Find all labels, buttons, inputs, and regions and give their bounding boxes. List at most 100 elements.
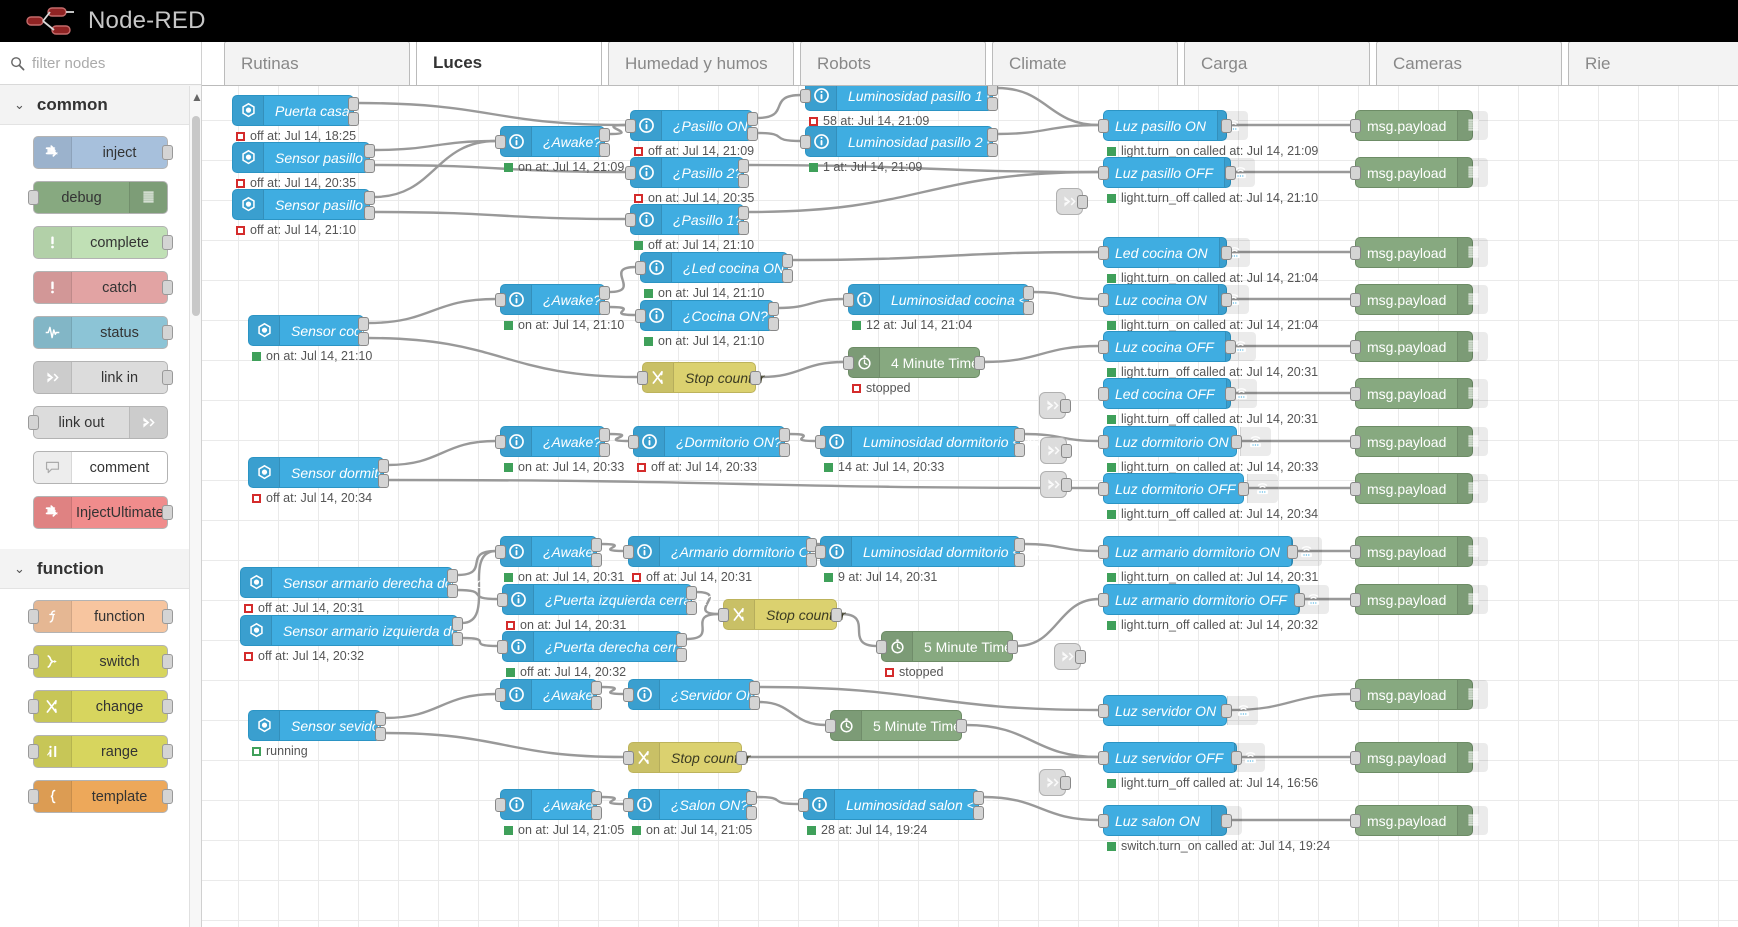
output-port[interactable]	[162, 370, 173, 385]
palette-node-range[interactable]: range	[28, 735, 173, 768]
input-port[interactable]	[497, 640, 508, 654]
output-port[interactable]	[779, 428, 790, 442]
input-port[interactable]	[1350, 545, 1361, 559]
flow-node[interactable]: 4 Minute Timer	[843, 347, 985, 378]
palette-node-change[interactable]: change	[28, 690, 173, 723]
flow-node[interactable]: Luz armario dormitorio ON	[1098, 536, 1322, 567]
output-port[interactable]	[676, 648, 687, 662]
output-port[interactable]	[348, 97, 359, 111]
output-port[interactable]	[1061, 444, 1072, 458]
tab-luces[interactable]: Luces	[416, 42, 602, 85]
flow-node[interactable]: Led cocina OFF	[1098, 378, 1257, 409]
output-port[interactable]	[591, 553, 602, 567]
output-port[interactable]	[738, 221, 749, 235]
tab-robots[interactable]: Robots	[800, 42, 986, 85]
input-port[interactable]	[843, 356, 854, 370]
output-port[interactable]	[162, 609, 173, 624]
output-port[interactable]	[1060, 776, 1071, 790]
input-port[interactable]	[635, 261, 646, 275]
flow-node[interactable]: Stop counter	[637, 362, 764, 393]
link-in-node[interactable]	[1039, 392, 1071, 419]
input-port[interactable]	[497, 593, 508, 607]
output-port[interactable]	[162, 789, 173, 804]
input-port[interactable]	[623, 751, 634, 765]
output-port[interactable]	[1221, 704, 1232, 718]
output-port[interactable]	[1221, 293, 1232, 307]
flow-node[interactable]: ¿Awake?	[495, 126, 610, 157]
flow-node[interactable]: ¿Led cocina ON?	[635, 252, 793, 283]
input-port[interactable]	[28, 744, 39, 759]
link-in-node[interactable]	[1039, 769, 1071, 796]
output-port[interactable]	[348, 112, 359, 126]
output-port[interactable]	[686, 586, 697, 600]
output-port[interactable]	[447, 569, 458, 583]
scrollbar-thumb[interactable]	[192, 116, 200, 316]
palette-node-debug[interactable]: debug	[28, 181, 168, 214]
output-port[interactable]	[987, 128, 998, 142]
input-port[interactable]	[1098, 387, 1109, 401]
search-input[interactable]	[32, 54, 192, 72]
output-port[interactable]	[1221, 246, 1232, 260]
output-port[interactable]	[599, 128, 610, 142]
link-in-node[interactable]	[1054, 643, 1086, 670]
flow-node[interactable]: Luz dormitorio ON	[1098, 426, 1271, 457]
input-port[interactable]	[1098, 119, 1109, 133]
output-port[interactable]	[747, 112, 758, 126]
input-port[interactable]	[625, 119, 636, 133]
flow-node[interactable]: Luz cocina ON	[1098, 284, 1249, 315]
output-port[interactable]	[599, 428, 610, 442]
input-port[interactable]	[800, 89, 811, 103]
input-port[interactable]	[1098, 704, 1109, 718]
output-port[interactable]	[1221, 119, 1232, 133]
flow-node[interactable]: Luz servidor ON	[1098, 695, 1259, 726]
palette-search-row[interactable]	[0, 42, 201, 85]
flow-node[interactable]: msg.payload	[1350, 679, 1489, 710]
palette-node-link-out[interactable]: link out	[28, 406, 168, 439]
input-port[interactable]	[623, 798, 634, 812]
output-port[interactable]	[1061, 478, 1072, 492]
flow-node[interactable]: ¿Pasillo 2?	[625, 157, 749, 188]
output-port[interactable]	[452, 617, 463, 631]
tab-carga[interactable]: Carga	[1184, 42, 1370, 85]
input-port[interactable]	[495, 135, 506, 149]
input-port[interactable]	[1350, 814, 1361, 828]
input-port[interactable]	[1350, 387, 1361, 401]
input-port[interactable]	[28, 654, 39, 669]
tab-cameras[interactable]: Cameras	[1376, 42, 1562, 85]
input-port[interactable]	[1098, 545, 1109, 559]
input-port[interactable]	[495, 545, 506, 559]
output-port[interactable]	[749, 681, 760, 695]
output-port[interactable]	[1014, 553, 1025, 567]
input-port[interactable]	[1350, 340, 1361, 354]
flow-node[interactable]: ¿Salon ON?	[623, 789, 757, 820]
output-port[interactable]	[599, 443, 610, 457]
output-port[interactable]	[768, 317, 779, 331]
output-port[interactable]	[782, 254, 793, 268]
input-port[interactable]	[1350, 751, 1361, 765]
output-port[interactable]	[1231, 751, 1242, 765]
flow-node[interactable]: msg.payload	[1350, 805, 1489, 836]
output-port[interactable]	[987, 86, 998, 96]
output-port[interactable]	[974, 356, 985, 370]
output-port[interactable]	[747, 127, 758, 141]
flow-node[interactable]: Sensor armario izquierda dormitorio	[240, 615, 506, 646]
input-port[interactable]	[1098, 246, 1109, 260]
flow-node[interactable]: Sensor dormitorio	[248, 457, 402, 488]
output-port[interactable]	[162, 325, 173, 340]
input-port[interactable]	[1098, 593, 1109, 607]
output-port[interactable]	[746, 791, 757, 805]
flow-node[interactable]: Luminosidad salon < 50	[798, 789, 994, 820]
input-port[interactable]	[1098, 482, 1109, 496]
input-port[interactable]	[625, 213, 636, 227]
input-port[interactable]	[637, 371, 648, 385]
output-port[interactable]	[1294, 593, 1305, 607]
output-port[interactable]	[749, 696, 760, 710]
output-port[interactable]	[738, 159, 749, 173]
tab-humedad-y-humos[interactable]: Humedad y humos	[608, 42, 794, 85]
input-port[interactable]	[1098, 340, 1109, 354]
output-port[interactable]	[599, 286, 610, 300]
output-port[interactable]	[364, 144, 375, 158]
flow-node[interactable]: ¿Awake?	[495, 284, 610, 315]
output-port[interactable]	[738, 206, 749, 220]
output-port[interactable]	[1225, 340, 1236, 354]
